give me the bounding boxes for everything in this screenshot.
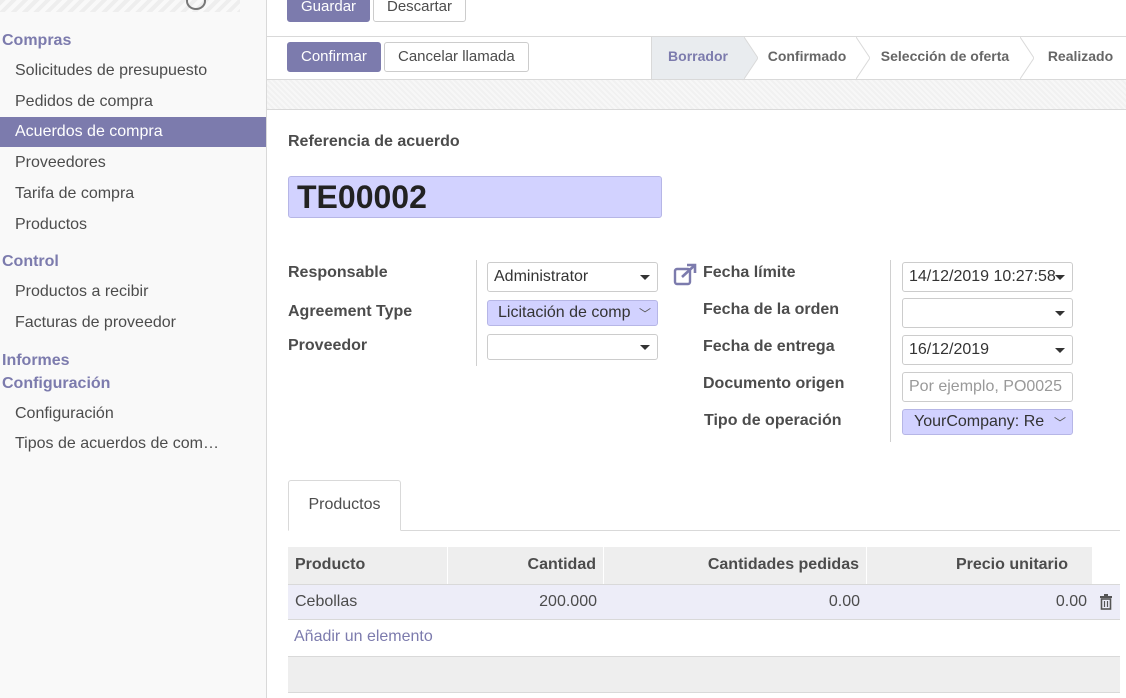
col-header-precio-unitario[interactable]: Precio unitario <box>867 547 1093 584</box>
col-header-producto[interactable]: Producto <box>288 547 448 584</box>
fecha-entrega-value: 16/12/2019 <box>909 341 990 358</box>
stage-arrow-icon <box>744 37 758 79</box>
fecha-entrega-label: Fecha de entrega <box>703 338 835 355</box>
confirm-button[interactable]: Confirmar <box>287 42 381 72</box>
sidebar-item-pedidos[interactable]: Pedidos de compra <box>0 87 266 117</box>
cell-producto[interactable]: Cebollas <box>288 585 448 620</box>
sidebar-item-productos[interactable]: Productos <box>0 210 266 240</box>
save-button[interactable]: Guardar <box>287 0 371 22</box>
control-panel-buttons: Guardar Descartar <box>267 0 1126 37</box>
sidebar-item-proveedores[interactable]: Proveedores <box>0 148 266 178</box>
responsable-select[interactable]: Administrator <box>487 262 658 292</box>
ref-label: Referencia de acuerdo <box>288 133 460 150</box>
sidebar-item-solicitudes[interactable]: Solicitudes de presupuesto <box>0 56 266 86</box>
doc-origen-label: Documento origen <box>703 375 845 392</box>
discard-button[interactable]: Descartar <box>373 0 467 22</box>
tipo-operacion-select[interactable]: YourCompany: Re ﹀ <box>902 409 1073 435</box>
sidebar-section-control[interactable]: Control <box>2 253 59 271</box>
caret-down-icon <box>640 345 650 350</box>
cell-cantidad[interactable]: 200.000 <box>448 585 604 620</box>
col-header-cantidad[interactable]: Cantidad <box>448 547 604 584</box>
agreement-type-label: Agreement Type <box>288 303 413 320</box>
doc-origen-input[interactable]: Por ejemplo, PO0025 <box>902 372 1073 402</box>
fecha-limite-input[interactable]: 14/12/2019 10:27:58 <box>902 262 1073 292</box>
ref-input[interactable]: TE00002 <box>288 176 662 218</box>
field-separator <box>476 260 477 366</box>
sidebar-section-configuracion[interactable]: Configuración <box>2 375 110 393</box>
sidebar-item-acuerdos[interactable]: Acuerdos de compra <box>0 117 266 147</box>
stage-borrador: Borrador <box>652 37 744 79</box>
sidebar-item-tipos-acuerdos[interactable]: Tipos de acuerdos de com… <box>0 429 240 459</box>
cancel-call-button[interactable]: Cancelar llamada <box>384 42 529 72</box>
fecha-entrega-input[interactable]: 16/12/2019 <box>902 335 1073 365</box>
add-line-link[interactable]: Añadir un elemento <box>294 628 433 646</box>
proveedor-label: Proveedor <box>288 337 368 354</box>
stage-confirmado[interactable]: Confirmado <box>758 37 856 79</box>
tipo-operacion-value: YourCompany: Re <box>914 413 1045 430</box>
chevron-down-icon: ﹀ <box>638 307 651 321</box>
col-header-cantidades-pedidas[interactable]: Cantidades pedidas <box>604 547 867 584</box>
agreement-type-value: Licitación de comp <box>498 304 631 321</box>
stage-arrow-icon <box>1020 37 1034 79</box>
tab-productos[interactable]: Productos <box>288 480 401 531</box>
external-link-icon[interactable] <box>673 262 699 288</box>
caret-down-icon <box>1055 348 1065 353</box>
fecha-orden-label: Fecha de la orden <box>703 301 840 318</box>
fecha-limite-value: 14/12/2019 10:27:58 <box>909 268 1056 285</box>
sidebar-section-compras[interactable]: Compras <box>2 32 71 50</box>
fecha-orden-input[interactable] <box>902 298 1073 328</box>
sheet-background-band <box>267 80 1126 110</box>
cell-cantidades-pedidas[interactable]: 0.00 <box>604 585 867 620</box>
caret-down-icon <box>1055 311 1065 316</box>
chevron-down-icon: ﹀ <box>1053 416 1066 430</box>
fecha-limite-label: Fecha límite <box>703 264 796 281</box>
sidebar-item-tarifa[interactable]: Tarifa de compra <box>0 179 266 209</box>
cell-precio-unitario[interactable]: 0.00 <box>867 585 1093 620</box>
sidebar-item-productos-recibir[interactable]: Productos a recibir <box>0 277 266 307</box>
trash-icon[interactable] <box>1099 594 1113 610</box>
agreement-type-select[interactable]: Licitación de comp ﹀ <box>487 300 658 326</box>
tipo-operacion-label: Tipo de operación <box>704 412 842 429</box>
sidebar: Compras Solicitudes de presupuesto Pedid… <box>0 0 267 698</box>
tabs-baseline <box>288 530 1120 531</box>
caret-down-icon <box>640 275 650 280</box>
form-statusbar: Confirmar Cancelar llamada Borrador Conf… <box>267 37 1126 80</box>
sidebar-item-facturas[interactable]: Facturas de proveedor <box>0 308 266 338</box>
table-footer <box>288 657 1120 693</box>
field-separator <box>890 260 891 442</box>
stage-arrow-icon <box>856 37 870 79</box>
caret-down-icon <box>1055 275 1065 280</box>
responsable-value: Administrator <box>494 268 589 285</box>
responsable-label: Responsable <box>288 264 388 281</box>
sidebar-item-configuracion[interactable]: Configuración <box>0 399 266 429</box>
sidebar-section-informes[interactable]: Informes <box>2 352 70 370</box>
main-content: Guardar Descartar Confirmar Cancelar lla… <box>267 0 1126 698</box>
proveedor-select[interactable] <box>487 334 658 360</box>
stage-seleccion-oferta[interactable]: Selección de oferta <box>870 37 1020 79</box>
status-stages: Borrador Confirmado Selección de oferta … <box>651 37 1126 79</box>
stage-realizado[interactable]: Realizado <box>1034 37 1126 79</box>
